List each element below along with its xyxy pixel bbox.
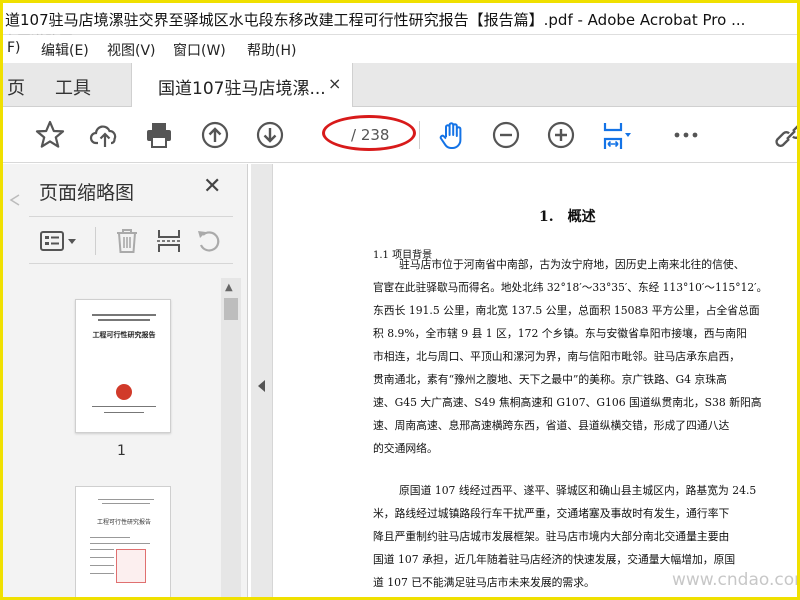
extract-pages-icon[interactable] <box>155 227 183 255</box>
body-text-line: 市相连，北与周口、平顶山和漯河为界，南与信阳市毗邻。驻马店承东启西， <box>373 350 741 363</box>
app-window: 道107驻马店境漯驻交界至驿城区水屯段东移改建工程可行性研究报告【报告篇】.pd… <box>0 0 800 600</box>
panel-toolbar-divider <box>95 227 96 255</box>
document-view: 1. 概述 1.1 项目背景 驻马店市位于河南省中南部，古为汝宁府地，因历史上南… <box>274 164 800 597</box>
fit-page-icon[interactable] <box>600 119 632 151</box>
tab-tools[interactable]: 工具 <box>55 74 91 100</box>
print-icon[interactable] <box>143 119 175 151</box>
thumbnail-text-line <box>90 557 114 558</box>
rotate-page-icon[interactable] <box>195 227 223 255</box>
body-text-line: 东西长 191.5 公里，南北宽 137.5 公里，总面积 15083 平方公里… <box>373 304 760 317</box>
star-icon[interactable] <box>34 119 66 151</box>
thumbnail-logo <box>116 384 132 400</box>
thumbnail-text-line <box>104 412 144 413</box>
page-thumbnail-2[interactable]: 工程可行性研究报告 <box>75 486 171 597</box>
zoom-out-icon[interactable] <box>490 119 522 151</box>
thumbnail-text-line <box>90 537 130 538</box>
body-text-line: 积 8.9%，全市辖 9 县 1 区，172 个乡镇。东与安徽省阜阳市接壤，西与… <box>373 327 747 340</box>
collapse-arrow-icon[interactable] <box>258 380 265 392</box>
title-bar: 道107驻马店境漯驻交界至驿城区水屯段东移改建工程可行性研究报告【报告篇】.pd… <box>3 3 797 35</box>
thumbnail-page-label: 1 <box>117 443 126 459</box>
toolbar-divider <box>419 121 420 149</box>
menu-help[interactable]: 帮助(H) <box>247 40 296 60</box>
menu-edit[interactable]: 编辑(E) <box>41 40 89 60</box>
cloud-upload-icon[interactable] <box>89 119 121 151</box>
page-thumbnail-1[interactable]: 工程可行性研究报告 <box>75 299 171 433</box>
body-text-line: 原国道 107 线经过西平、遂平、驿城区和确山县主城区内，路基宽为 24.5 <box>399 484 757 497</box>
hand-icon[interactable] <box>435 119 467 151</box>
thumbnail-text-line <box>98 319 150 321</box>
body-text-line: 官宦在此驻驿歇马而得名。地处北纬 32°18′～33°35′、东经 113°10… <box>373 281 768 294</box>
thumbnail-text-line <box>98 499 154 500</box>
thumbnail-scrollbar[interactable]: ▲ <box>221 278 241 597</box>
menu-view[interactable]: 视图(V) <box>107 40 156 60</box>
page-thumbnails-panel: 页面缩略图 ✕ 工程可行性研究报告 1 工程可行性研究报告 ▲ <box>3 164 248 597</box>
thumbnail-text-line <box>92 314 156 316</box>
tab-document[interactable]: 国道107驻马店境漯... × <box>131 63 353 107</box>
body-text-line: 降且严重制约驻马店城市发展框架。驻马店市境内大部分南北交通量主要由 <box>373 530 730 543</box>
thumbnail-title: 工程可行性研究报告 <box>96 519 151 526</box>
panel-toolbar <box>29 216 233 264</box>
body-text-line: 贯南通北，素有“豫州之腹地、天下之最中”的美称。京广铁路、G4 京珠高 <box>373 373 727 386</box>
body-text-line: 的交通网络。 <box>373 442 438 455</box>
scroll-up-icon[interactable]: ▲ <box>225 282 233 293</box>
body-text-line: 米，路线经过城镇路段行车干扰严重，交通堵塞及事故时有发生，通行率下 <box>373 507 730 520</box>
thumbnail-text-line <box>92 406 156 407</box>
thumbnail-options-icon[interactable] <box>39 227 79 255</box>
panel-collapse-bar[interactable] <box>251 164 273 597</box>
window-title: 道107驻马店境漯驻交界至驿城区水屯段东移改建工程可行性研究报告【报告篇】.pd… <box>5 11 746 29</box>
page-up-icon[interactable] <box>199 119 231 151</box>
page-down-icon[interactable] <box>254 119 286 151</box>
menu-bar: F) 编辑(E) 视图(V) 窗口(W) 帮助(H) <box>3 35 797 63</box>
body-text-line: 驻马店市位于河南省中南部，古为汝宁府地，因历史上南来北往的信使、 <box>399 258 745 271</box>
menu-file[interactable]: F) <box>7 40 21 56</box>
thumbnail-title: 工程可行性研究报告 <box>92 331 156 339</box>
tab-close-icon[interactable]: × <box>328 74 341 93</box>
menu-window[interactable]: 窗口(W) <box>173 40 226 60</box>
red-annotation-ellipse <box>322 115 416 151</box>
body-text-line: 速、G45 大广高速、S49 焦桐高速和 G107、G106 国道纵贯南北，S3… <box>373 396 762 409</box>
tab-document-label: 国道107驻马店境漯... <box>158 79 326 99</box>
toolbar: / 238 <box>3 107 797 163</box>
delete-page-icon[interactable] <box>113 227 141 255</box>
thumbnail-text-line <box>90 543 150 544</box>
panel-close-icon[interactable]: ✕ <box>203 174 221 199</box>
thumbnail-text-line <box>90 565 114 566</box>
tab-home[interactable]: 页 <box>7 74 25 100</box>
link-icon[interactable] <box>775 119 797 151</box>
section-heading: 1. 概述 <box>539 209 596 225</box>
body-text-line: 国道 107 承担，近几年随着驻马店经济的快速发展，交通量大幅增加，原国 <box>373 553 736 566</box>
zoom-in-icon[interactable] <box>545 119 577 151</box>
scrollbar-thumb[interactable] <box>224 298 238 320</box>
more-icon[interactable] <box>670 119 702 151</box>
watermark-site: www.cndao.com <box>672 570 800 590</box>
thumbnail-text-line <box>90 573 114 574</box>
thumbnail-text-line <box>90 549 114 550</box>
panel-title: 页面缩略图 <box>39 182 135 204</box>
panel-edge-icon <box>9 194 20 206</box>
tab-bar: 页 工具 国道107驻马店境漯... × <box>3 63 797 107</box>
thumbnail-stamp <box>116 549 146 583</box>
body-text-line: 速、周南高速、息邢高速横跨东西，省道、县道纵横交错，形成了四通八达 <box>373 419 730 432</box>
thumbnail-text-line <box>102 503 150 504</box>
